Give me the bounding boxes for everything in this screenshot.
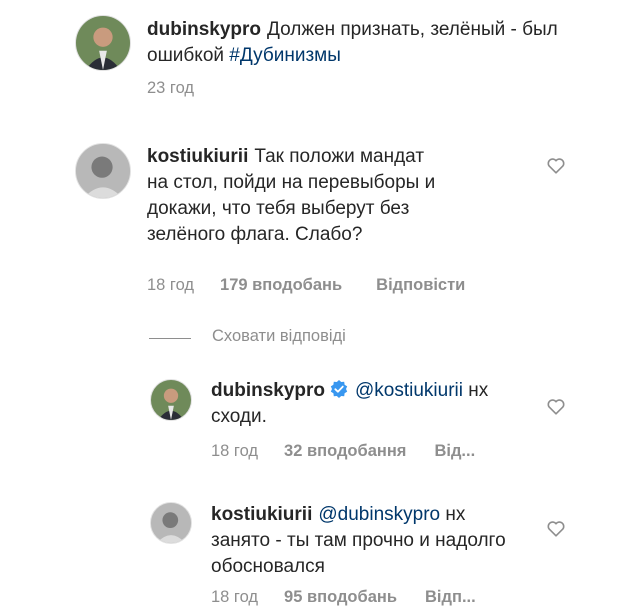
hide-replies-button[interactable]: Сховати відповіді — [212, 327, 346, 346]
caption-text: dubinskypro Должен признать, зелёный - бы… — [147, 17, 567, 69]
comment-meta: 18 год 179 вподобань Відповісти — [147, 275, 465, 295]
reply2-likes[interactable]: 95 вподобань — [284, 587, 397, 607]
avatar-dubinskypro-reply[interactable] — [150, 379, 192, 421]
reply-time[interactable]: 18 год — [211, 441, 258, 461]
avatar-dubinskypro[interactable] — [75, 15, 131, 71]
hide-replies-divider — [149, 338, 191, 339]
reply2-meta: 18 год 95 вподобань Відп... — [211, 587, 476, 607]
reply-reply-button[interactable]: Від... — [434, 441, 475, 461]
reply2-mention[interactable]: @dubinskypro — [318, 504, 440, 525]
comment-reply-button[interactable]: Відповісти — [376, 275, 465, 295]
caption-hashtag[interactable]: #Дубинизмы — [229, 45, 341, 66]
reply2-username[interactable]: kostiukiurii — [211, 504, 312, 525]
reply2-text: kostiukiurii @dubinskypro нх занято - ты … — [211, 502, 511, 580]
reply-text: dubinskypro @kostiukiurii нх сходи. — [211, 378, 531, 430]
heart-outline-icon[interactable] — [545, 517, 567, 539]
caption-time[interactable]: 23 год — [147, 78, 194, 98]
comment-time[interactable]: 18 год — [147, 275, 194, 295]
comment-username[interactable]: kostiukiurii — [147, 146, 248, 167]
heart-outline-icon[interactable] — [545, 395, 567, 417]
avatar-kostiukiurii[interactable] — [75, 143, 131, 199]
comment-text: kostiukiurii Так положи мандат на стол, п… — [147, 144, 447, 248]
reply-mention[interactable]: @kostiukiurii — [355, 380, 463, 401]
comment-likes[interactable]: 179 вподобань — [220, 275, 342, 295]
reply2-time[interactable]: 18 год — [211, 587, 258, 607]
caption-username[interactable]: dubinskypro — [147, 19, 261, 40]
reply-likes[interactable]: 32 вподобання — [284, 441, 406, 461]
reply-meta: 18 год 32 вподобання Від... — [211, 441, 475, 461]
caption-meta: 23 год — [147, 78, 194, 98]
verified-badge-icon — [330, 380, 348, 398]
heart-outline-icon[interactable] — [545, 154, 567, 176]
reply2-reply-button[interactable]: Відп... — [425, 587, 476, 607]
reply-username[interactable]: dubinskypro — [211, 380, 325, 401]
avatar-kostiukiurii-reply[interactable] — [150, 502, 192, 544]
